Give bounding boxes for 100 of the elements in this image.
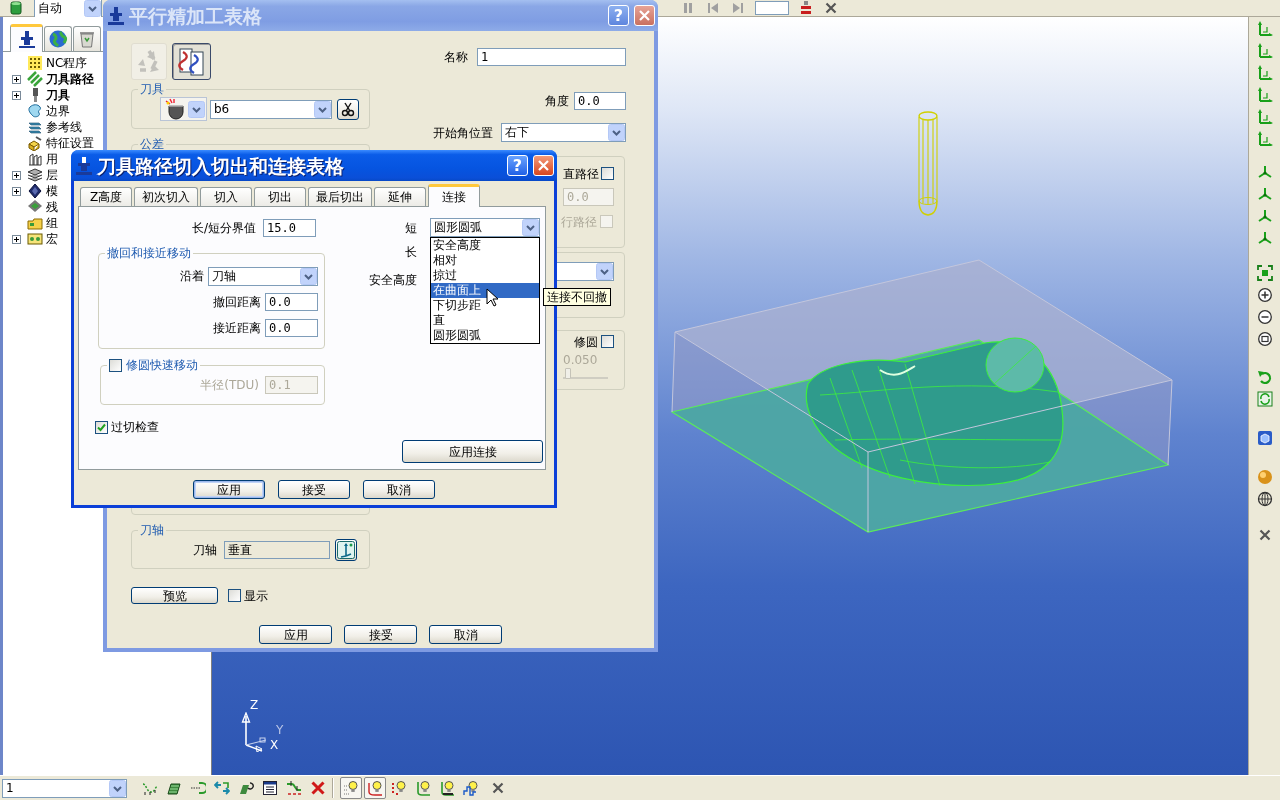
- dropdown-option[interactable]: 安全高度: [431, 238, 539, 253]
- checkbox[interactable]: [601, 167, 614, 180]
- axis-view-icon[interactable]: [1256, 130, 1273, 146]
- push-button[interactable]: 应用: [259, 625, 332, 644]
- push-button[interactable]: 接受: [344, 625, 417, 644]
- tree-item[interactable]: 组: [46, 216, 58, 230]
- text-field[interactable]: 1: [477, 48, 626, 66]
- iso-view-icon[interactable]: [1256, 186, 1273, 202]
- dropdown-option[interactable]: 圆形圆弧: [431, 328, 539, 343]
- dropdown[interactable]: 1: [2, 778, 127, 798]
- dropdown-option[interactable]: 掠过: [431, 268, 539, 283]
- tree-item[interactable]: 宏: [46, 232, 58, 246]
- axis-view-icon[interactable]: [1256, 42, 1273, 58]
- push-button[interactable]: 取消: [429, 625, 502, 644]
- tab[interactable]: 切出: [254, 187, 306, 206]
- close-icon[interactable]: [823, 0, 839, 16]
- dropdown-option[interactable]: 相对: [431, 253, 539, 268]
- arrows-icon[interactable]: [214, 780, 230, 796]
- axis-view-icon[interactable]: [1256, 86, 1273, 102]
- push-button[interactable]: 预览: [131, 587, 218, 604]
- dropdown[interactable]: 自动: [34, 0, 102, 18]
- push-button[interactable]: 应用: [193, 480, 265, 499]
- expand-icon[interactable]: [12, 74, 21, 84]
- push-button[interactable]: 应用连接: [402, 440, 543, 463]
- tree-item[interactable]: 边界: [46, 104, 70, 118]
- frame-field[interactable]: [755, 1, 789, 15]
- expand-icon[interactable]: [12, 90, 21, 100]
- toolbar-button[interactable]: [172, 43, 211, 80]
- text-field[interactable]: 0.0: [265, 292, 318, 311]
- tree-item[interactable]: 模: [46, 184, 58, 198]
- striped-block-icon[interactable]: [798, 0, 814, 16]
- delete-icon[interactable]: [310, 780, 326, 796]
- iso-view-icon[interactable]: [1256, 208, 1273, 224]
- push-button[interactable]: 接受: [278, 480, 350, 499]
- iso-view-icon[interactable]: [1256, 230, 1273, 246]
- dropdown[interactable]: [556, 262, 614, 281]
- field-label: 长/短分界值: [191, 220, 256, 235]
- tab[interactable]: 切入: [200, 187, 252, 206]
- text-field[interactable]: 0.0: [574, 92, 626, 110]
- globe-icon[interactable]: [1256, 491, 1273, 507]
- list-icon[interactable]: [262, 780, 278, 796]
- dropdown[interactable]: b6: [210, 99, 332, 119]
- tree-item[interactable]: 残: [46, 200, 58, 214]
- text-field[interactable]: 0.0: [265, 318, 318, 337]
- tree-item[interactable]: 刀具路径: [46, 72, 94, 86]
- window-title: 平行精加工表格: [129, 3, 263, 28]
- axis-view-icon[interactable]: [1256, 64, 1273, 80]
- dropdown-option[interactable]: 直: [431, 313, 539, 328]
- tree-item[interactable]: 特征设置: [46, 136, 94, 150]
- dropdown[interactable]: 右下: [501, 123, 626, 142]
- expand-icon[interactable]: [12, 170, 21, 180]
- loop-icon[interactable]: [190, 780, 206, 796]
- tab[interactable]: 初次切入: [134, 187, 198, 206]
- zoom-box-icon[interactable]: [1256, 331, 1273, 347]
- icon-button[interactable]: [337, 98, 359, 120]
- curve-icon[interactable]: [286, 780, 302, 796]
- icon-button[interactable]: [335, 539, 357, 561]
- expand-icon[interactable]: [12, 234, 21, 244]
- toggle-button[interactable]: [340, 777, 362, 799]
- tab[interactable]: Z高度: [80, 187, 132, 206]
- close-icon[interactable]: [490, 780, 506, 796]
- undo-icon[interactable]: [1256, 369, 1273, 385]
- push-button[interactable]: 取消: [363, 480, 435, 499]
- text-field[interactable]: 15.0: [263, 218, 316, 237]
- tab[interactable]: 延伸: [374, 187, 426, 206]
- slab-refresh-icon[interactable]: [238, 780, 254, 796]
- tree-item[interactable]: NC程序: [46, 56, 88, 70]
- checkbox[interactable]: [109, 358, 122, 372]
- tree-item[interactable]: 用: [46, 152, 58, 166]
- tree-item[interactable]: 参考线: [46, 120, 82, 134]
- axis-view-icon[interactable]: [1256, 108, 1273, 124]
- checkbox[interactable]: [95, 420, 108, 434]
- panel-tab[interactable]: [10, 24, 43, 52]
- tree-item[interactable]: 刀具: [46, 88, 70, 102]
- dropdown[interactable]: 刀轴: [208, 266, 318, 286]
- group-label: 刀轴: [139, 524, 165, 536]
- striped-slab-icon[interactable]: [166, 780, 182, 796]
- panel-tab[interactable]: [44, 26, 72, 51]
- cube-icon[interactable]: [1256, 430, 1273, 446]
- toggle-button[interactable]: [364, 777, 386, 799]
- dropdown[interactable]: 圆形圆弧: [430, 218, 540, 237]
- zoom-out-icon[interactable]: [1256, 309, 1273, 325]
- dotted-path-icon[interactable]: [142, 780, 158, 796]
- refresh-icon[interactable]: [1256, 391, 1273, 407]
- tab[interactable]: 最后切出: [308, 187, 372, 206]
- iso-view-icon[interactable]: [1256, 164, 1273, 180]
- axis-view-icon[interactable]: [1256, 20, 1273, 36]
- tab[interactable]: 连接: [428, 184, 480, 207]
- zoom-in-icon[interactable]: [1256, 287, 1273, 303]
- checkbox[interactable]: [601, 335, 614, 348]
- close-button[interactable]: [533, 155, 554, 176]
- tree-item[interactable]: 层: [46, 168, 58, 182]
- checkbox[interactable]: [228, 589, 241, 602]
- dropdown-option[interactable]: 下切步距: [431, 298, 539, 313]
- text-field[interactable]: 垂直: [224, 541, 330, 559]
- dropdown-option[interactable]: 在曲面上: [431, 283, 539, 298]
- close-button[interactable]: [634, 5, 655, 26]
- tool-type-dropdown[interactable]: [160, 97, 207, 121]
- fit-view-icon[interactable]: [1256, 265, 1273, 281]
- expand-icon[interactable]: [12, 186, 21, 196]
